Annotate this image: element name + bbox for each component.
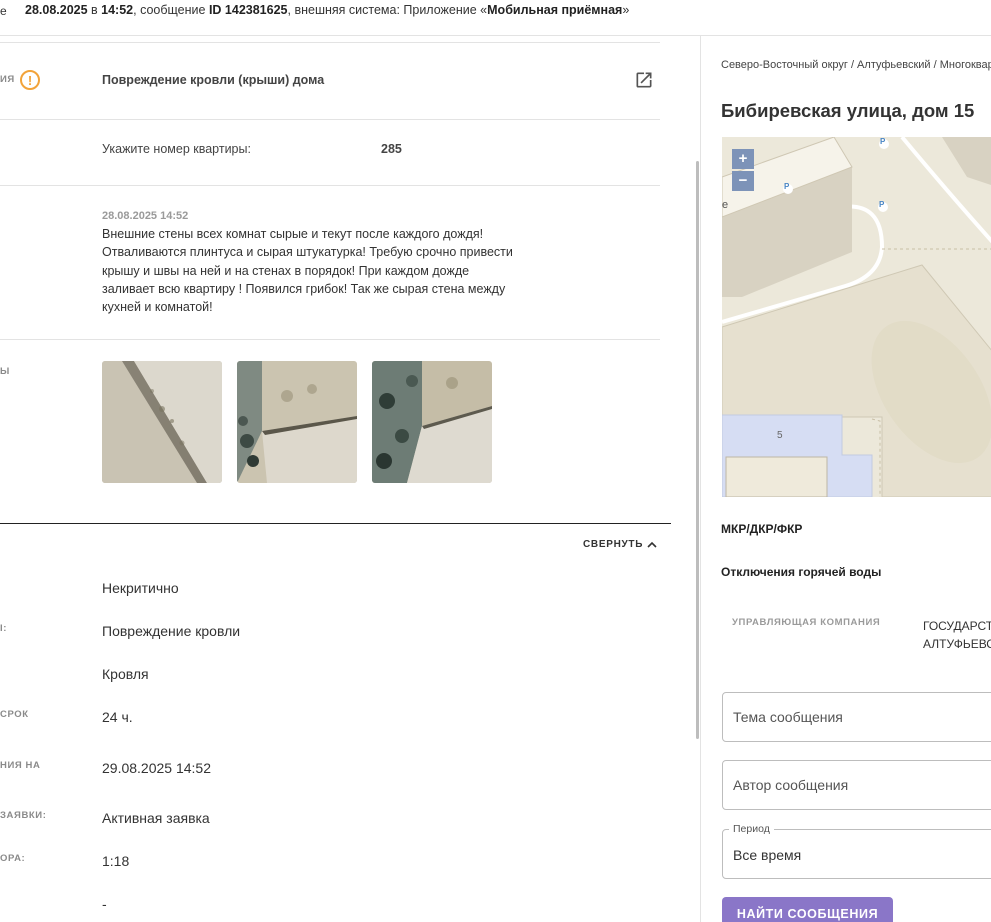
scrollbar[interactable] xyxy=(696,161,699,739)
topic-input[interactable] xyxy=(723,693,991,741)
author-input[interactable] xyxy=(723,761,991,809)
message-header-info: 28.08.2025 в 14:52, сообщение ID 1423816… xyxy=(25,3,629,17)
parking-marker: P xyxy=(880,137,886,146)
divider xyxy=(0,185,660,186)
photo-thumbnail[interactable] xyxy=(102,361,222,483)
extra-value: - xyxy=(102,896,107,912)
problem-cut-label: I: xyxy=(0,623,8,634)
request-details-panel: ия ! Повреждение кровли (крыши) дома Ука… xyxy=(0,36,700,922)
status-value: Активная заявка xyxy=(102,810,210,826)
divider xyxy=(0,339,660,340)
divider xyxy=(0,42,660,43)
due-date-cut-label: НИЯ НА xyxy=(0,760,41,771)
street-label: е xyxy=(722,199,729,211)
parking-marker: P xyxy=(879,200,885,209)
map-canvas xyxy=(722,137,991,497)
collapse-button[interactable]: СВЕРНУТЬ xyxy=(583,539,657,550)
management-company-value: ГОСУДАРСТВЕННОЕ БЮДЖЕТНОЕ АЛТУФЬЕВСКИЙ xyxy=(923,617,991,653)
due-date-value: 29.08.2025 14:52 xyxy=(102,760,211,776)
operator-cut-label: ОРА: xyxy=(0,853,26,864)
status-cut-label: ЗАЯВКИ: xyxy=(0,810,47,821)
deadline-value: 24 ч. xyxy=(102,709,133,725)
category-value: Кровля xyxy=(102,666,149,682)
issue-title: Повреждение кровли (крыши) дома xyxy=(102,73,325,87)
breadcrumb: Северо-Восточный округ / Алтуфьевский / … xyxy=(721,59,991,71)
message-id: ID 142381625 xyxy=(208,3,288,17)
building-number: 5 xyxy=(777,430,783,441)
zoom-out-button[interactable]: − xyxy=(732,171,754,191)
external-system-name: Мобильная приёмная xyxy=(487,3,623,17)
header-cut-text: е xyxy=(0,4,7,18)
operator-value: 1:18 xyxy=(102,853,130,869)
open-external-icon[interactable] xyxy=(634,70,654,90)
zoom-in-button[interactable]: + xyxy=(732,149,754,169)
problem-value: Повреждение кровли xyxy=(102,623,241,639)
system-prefix: , внешняя система: Приложение « xyxy=(287,3,488,17)
period-value: Все время xyxy=(733,847,802,863)
address-panel: Северо-Восточный округ / Алтуфьевский / … xyxy=(701,36,991,922)
management-company-label: УПРАВЛЯЮЩАЯ КОМПАНИЯ xyxy=(732,617,881,628)
topic-field[interactable] xyxy=(722,692,991,742)
period-select[interactable]: Период Все время xyxy=(722,823,991,879)
message-prefix: , сообщение xyxy=(133,3,209,17)
divider xyxy=(0,119,660,120)
photo-thumbnail[interactable] xyxy=(372,361,492,483)
apartment-value: 285 xyxy=(381,142,402,156)
collapse-label: СВЕРНУТЬ xyxy=(583,539,644,550)
deadline-cut-label: СРОК xyxy=(0,709,29,720)
photo-thumbnail[interactable] xyxy=(237,361,357,483)
priority-value: Некритично xyxy=(102,580,179,596)
message-date-label: 28.08.2025 14:52 xyxy=(102,210,189,222)
find-messages-button[interactable]: НАЙТИ СООБЩЕНИЯ xyxy=(722,897,893,922)
parking-marker: P xyxy=(784,182,790,191)
management-company-line: АЛТУФЬЕВСКИЙ xyxy=(923,637,991,651)
system-suffix: » xyxy=(622,3,630,17)
category-cut-label: ия xyxy=(0,74,15,85)
apartment-label: Укажите номер квартиры: xyxy=(102,142,251,156)
author-field[interactable] xyxy=(722,760,991,810)
address-title: Бибиревская улица, дом 15 xyxy=(721,100,975,121)
management-company-line: ГОСУДАРСТВЕННОЕ БЮДЖЕТНОЕ xyxy=(923,619,991,633)
message-text: Внешние стены всех комнат сырые и текут … xyxy=(102,227,513,315)
message-header-bar: е 28.08.2025 в 14:52, сообщение ID 14238… xyxy=(0,0,991,36)
map[interactable]: P P P е 5 + − xyxy=(722,137,991,497)
message-time: 14:52 xyxy=(101,3,134,17)
details-divider xyxy=(0,523,671,524)
hot-water-section-title[interactable]: Отключения горячей воды xyxy=(721,565,881,579)
in-word: в xyxy=(87,3,102,17)
period-legend: Период xyxy=(729,823,774,835)
photos-cut-label: ы xyxy=(0,366,10,377)
chevron-up-icon xyxy=(647,541,657,548)
message-date: 28.08.2025 xyxy=(25,3,88,17)
programs-section-title[interactable]: МКР/ДКР/ФКР xyxy=(721,522,802,536)
warning-icon: ! xyxy=(20,70,40,90)
